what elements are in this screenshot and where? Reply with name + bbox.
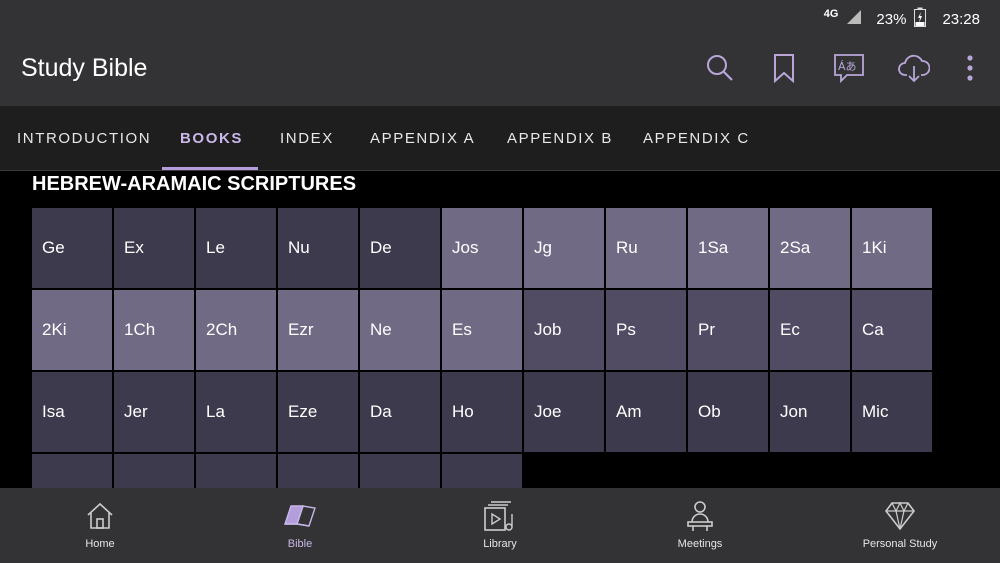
book-cell[interactable]: 1Ch	[114, 290, 194, 370]
book-cell[interactable]: Eze	[278, 372, 358, 452]
books-content: HEBREW-ARAMAIC SCRIPTURES Ge Ex Le Nu De Jos J…	[0, 171, 1000, 488]
language-button[interactable]: Áあ	[829, 50, 869, 90]
section-title: HEBREW-ARAMAIC SCRIPTURES	[32, 173, 357, 195]
nav-home[interactable]: Home	[0, 488, 200, 563]
book-cell[interactable]: Isa	[32, 372, 112, 452]
language-icon: Áあ	[833, 53, 865, 88]
bottom-navigation: Home Bible Library Meetings Personal Stu…	[0, 488, 1000, 563]
book-cell[interactable]: 1Ki	[852, 208, 932, 288]
meetings-icon	[685, 500, 715, 532]
tab-appendix-b[interactable]: APPENDIX B	[507, 106, 613, 170]
home-icon	[85, 500, 115, 532]
book-cell[interactable]: 2Sa	[770, 208, 850, 288]
app-bar: Study Bible Áあ	[0, 34, 1000, 106]
book-cell[interactable]: Da	[360, 372, 440, 452]
nav-library[interactable]: Library	[400, 488, 600, 563]
book-cell[interactable]: Ca	[852, 290, 932, 370]
book-cell[interactable]: Ps	[606, 290, 686, 370]
book-cell[interactable]: Jos	[442, 208, 522, 288]
book-cell[interactable]: La	[196, 372, 276, 452]
clock: 23:28	[942, 10, 980, 28]
search-button[interactable]	[700, 50, 740, 90]
nav-label: Home	[85, 538, 115, 550]
tab-introduction[interactable]: INTRODUCTION	[17, 106, 151, 170]
book-cell[interactable]: Ezr	[278, 290, 358, 370]
book-cell[interactable]: Am	[606, 372, 686, 452]
diamond-icon	[884, 500, 916, 532]
book-cell[interactable]: Job	[524, 290, 604, 370]
library-icon	[483, 500, 517, 532]
book-cell[interactable]: Jon	[770, 372, 850, 452]
book-cell[interactable]	[278, 454, 358, 488]
book-cell[interactable]	[196, 454, 276, 488]
book-cell[interactable]: 2Ch	[196, 290, 276, 370]
book-cell[interactable]: De	[360, 208, 440, 288]
book-cell[interactable]: 2Ki	[32, 290, 112, 370]
book-cell[interactable]: Es	[442, 290, 522, 370]
book-cell[interactable]	[360, 454, 440, 488]
tab-index[interactable]: INDEX	[280, 106, 334, 170]
bible-icon	[283, 500, 317, 532]
more-vert-icon	[966, 54, 974, 86]
book-cell[interactable]	[32, 454, 112, 488]
more-options-button[interactable]	[950, 50, 990, 90]
network-type: 4G	[823, 8, 839, 20]
tab-appendix-a[interactable]: APPENDIX A	[370, 106, 475, 170]
status-bar: 4G 23% 23:28	[0, 0, 1000, 34]
book-cell[interactable]: Pr	[688, 290, 768, 370]
book-cell[interactable]: Ru	[606, 208, 686, 288]
tab-bar: INTRODUCTION BOOKS INDEX APPENDIX A APPE…	[0, 106, 1000, 171]
book-cell[interactable]: Jg	[524, 208, 604, 288]
search-icon	[705, 53, 735, 88]
active-tab-indicator	[162, 167, 258, 170]
book-cell[interactable]: Nu	[278, 208, 358, 288]
book-grid: Ge Ex Le Nu De Jos Jg Ru 1Sa 2Sa 1Ki 2Ki 1Ch 2Ch Ezr Ne…	[32, 208, 936, 488]
book-cell[interactable]: Ne	[360, 290, 440, 370]
book-cell[interactable]: Le	[196, 208, 276, 288]
book-cell[interactable]	[114, 454, 194, 488]
book-cell[interactable]: Jer	[114, 372, 194, 452]
app-title: Study Bible	[21, 54, 148, 82]
signal-icon	[846, 9, 862, 29]
book-cell[interactable]: Ec	[770, 290, 850, 370]
book-cell[interactable]: Ge	[32, 208, 112, 288]
nav-label: Personal Study	[862, 538, 938, 550]
book-cell[interactable]	[442, 454, 522, 488]
book-cell[interactable]: Joe	[524, 372, 604, 452]
nav-label: Bible	[287, 538, 313, 550]
nav-label: Meetings	[677, 538, 723, 550]
book-cell[interactable]: Mic	[852, 372, 932, 452]
bookmark-icon	[773, 53, 795, 88]
battery-icon	[914, 7, 927, 31]
svg-text:Áあ: Áあ	[838, 60, 857, 73]
book-cell[interactable]: 1Sa	[688, 208, 768, 288]
download-icon	[898, 53, 931, 88]
tab-appendix-c[interactable]: APPENDIX C	[643, 106, 750, 170]
battery-percent: 23%	[876, 10, 907, 28]
bookmark-button[interactable]	[764, 50, 804, 90]
nav-meetings[interactable]: Meetings	[600, 488, 800, 563]
book-cell[interactable]: Ob	[688, 372, 768, 452]
book-cell[interactable]: Ex	[114, 208, 194, 288]
tab-books[interactable]: BOOKS	[180, 106, 243, 170]
download-button[interactable]	[894, 50, 934, 90]
nav-personal-study[interactable]: Personal Study	[800, 488, 1000, 563]
nav-label: Library	[483, 538, 517, 550]
nav-bible[interactable]: Bible	[200, 488, 400, 563]
book-cell[interactable]: Ho	[442, 372, 522, 452]
